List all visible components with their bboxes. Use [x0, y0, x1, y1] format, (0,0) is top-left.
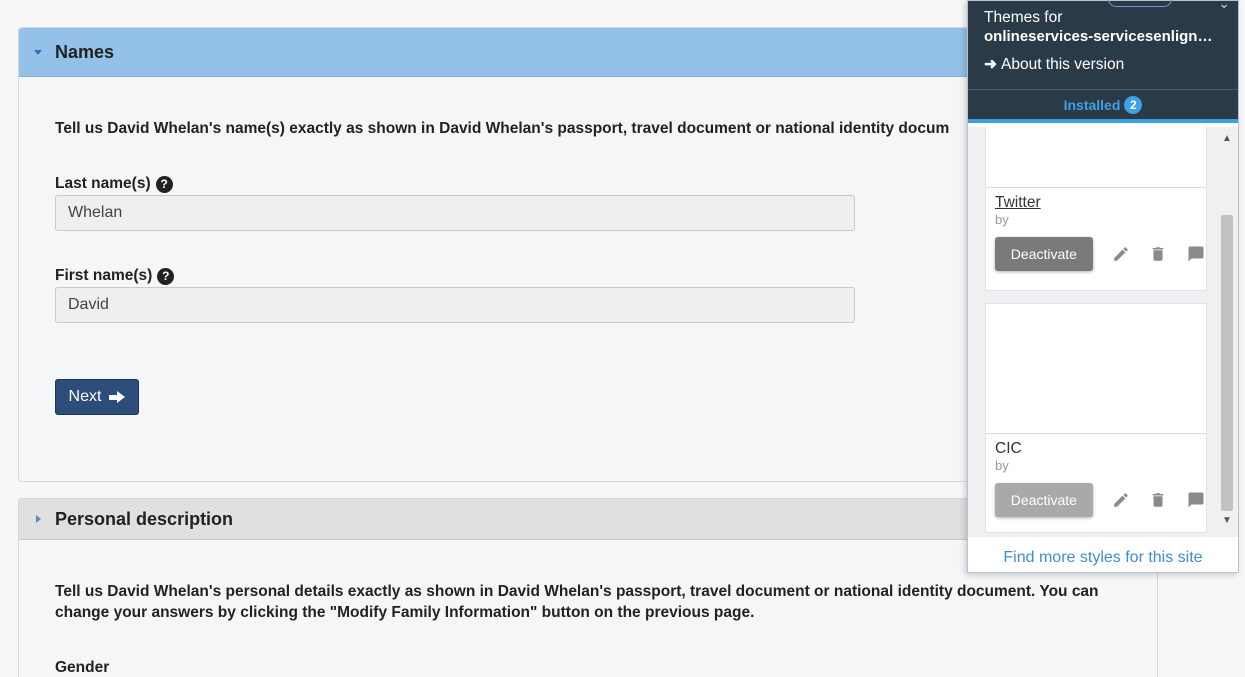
installed-label: Installed	[1063, 96, 1121, 113]
delete-icon[interactable]	[1149, 244, 1169, 264]
arrow-right-icon	[109, 391, 126, 403]
header-pill-button[interactable]	[1108, 0, 1172, 7]
help-icon[interactable]: ?	[157, 267, 175, 285]
chevron-down-icon[interactable]: ⌄	[1218, 0, 1230, 12]
personal-instructions: Tell us David Whelan's personal details …	[55, 583, 1099, 621]
chevron-right-icon	[31, 512, 45, 526]
chevron-down-icon	[31, 45, 45, 59]
about-version-link[interactable]: ➜ About this version	[984, 55, 1222, 74]
styles-scrollbar[interactable]: ▲ ▼	[1218, 127, 1236, 537]
stylus-popup: ⌄ Themes for onlineservices-servicesenli…	[967, 0, 1239, 573]
scroll-up-icon[interactable]: ▲	[1222, 133, 1232, 144]
first-name-label: First name(s) ?	[55, 267, 175, 285]
style-card: CIC by Deactivate	[985, 303, 1207, 533]
tab-installed[interactable]: Installed 2	[968, 89, 1238, 123]
first-name-input[interactable]: David	[55, 287, 855, 323]
installed-count-badge: 2	[1124, 95, 1143, 114]
gender-label: Gender	[55, 659, 110, 676]
comment-icon[interactable]	[1186, 490, 1206, 510]
style-name-link[interactable]: CIC	[995, 440, 1206, 458]
edit-icon[interactable]	[1111, 490, 1131, 510]
style-actions: Deactivate	[995, 237, 1206, 271]
comment-icon[interactable]	[1186, 244, 1206, 264]
names-instructions: Tell us David Whelan's name(s) exactly a…	[55, 120, 950, 137]
help-icon[interactable]: ?	[155, 175, 173, 193]
style-author: by	[995, 212, 1009, 227]
scrollbar-thumb[interactable]	[1221, 215, 1233, 511]
style-author: by	[995, 458, 1009, 473]
next-button[interactable]: Next	[55, 379, 139, 415]
deactivate-button[interactable]: Deactivate	[995, 237, 1093, 271]
popup-header: ⌄ Themes for onlineservices-servicesenli…	[968, 0, 1238, 89]
themes-for-label: Themes for	[984, 9, 1063, 26]
last-name-label: Last name(s) ?	[55, 175, 173, 193]
last-name-label-text: Last name(s)	[55, 175, 151, 192]
style-actions: Deactivate	[995, 483, 1206, 517]
site-name: onlineservices-servicesenlign…	[984, 28, 1213, 45]
arrow-right-icon: ➜	[984, 56, 997, 73]
style-preview[interactable]	[986, 127, 1206, 188]
scroll-down-icon[interactable]: ▼	[1222, 515, 1232, 526]
first-name-label-text: First name(s)	[55, 267, 153, 284]
style-preview[interactable]	[986, 304, 1206, 434]
next-button-label: Next	[68, 388, 102, 405]
about-version-label: About this version	[1001, 55, 1125, 73]
deactivate-button[interactable]: Deactivate	[995, 483, 1093, 517]
edit-icon[interactable]	[1111, 244, 1131, 264]
delete-icon[interactable]	[1149, 490, 1169, 510]
style-card: Twitter by Deactivate	[985, 127, 1207, 291]
last-name-input[interactable]: Whelan	[55, 195, 855, 231]
styles-list: Twitter by Deactivate CIC by Deactivate	[968, 127, 1238, 537]
style-name-link[interactable]: Twitter	[995, 194, 1206, 212]
find-more-styles-link[interactable]: Find more styles for this site	[968, 549, 1238, 567]
personal-panel-title: Personal description	[55, 508, 234, 529]
names-panel-title: Names	[55, 41, 115, 62]
